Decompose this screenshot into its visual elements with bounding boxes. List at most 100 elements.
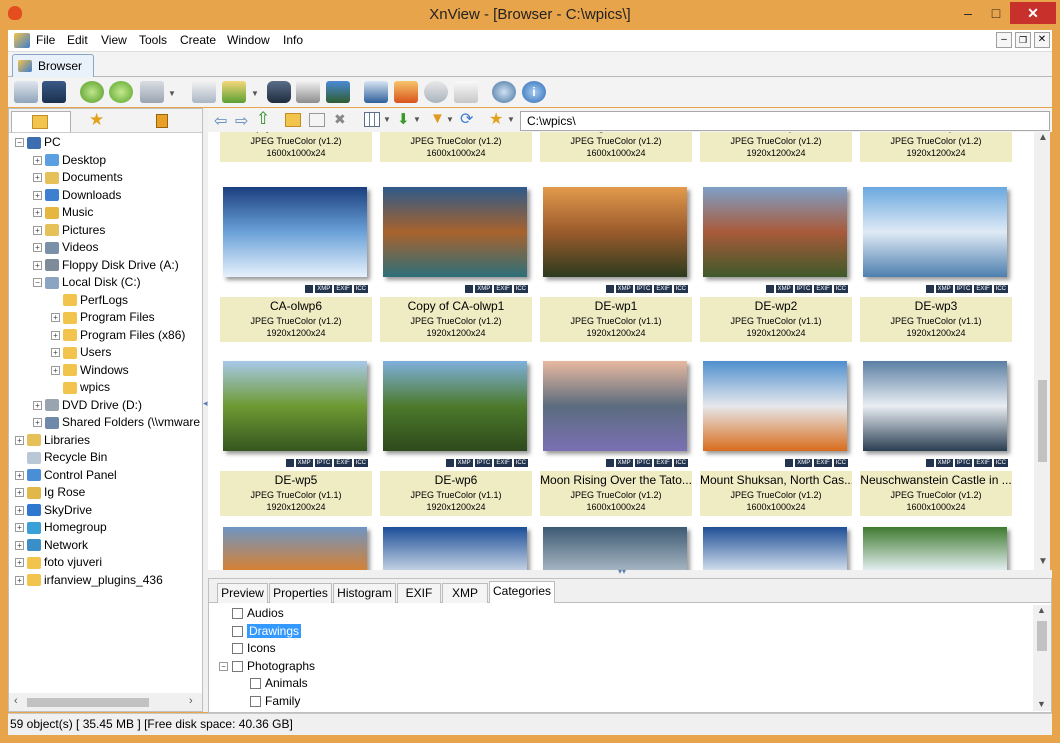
tree-item[interactable]: + Control Panel [15,467,201,485]
minimize-button[interactable]: – [956,2,980,24]
dropdown-arrow-icon[interactable]: ▼ [251,89,259,98]
menu-edit[interactable]: Edit [67,33,88,47]
tree-item[interactable]: + irfanview_plugins_436 [15,572,201,590]
expander-icon[interactable]: + [33,225,42,235]
tree-item[interactable]: + Ig Rose [15,484,201,502]
thumbnail-caption[interactable]: DE-wp3 JPEG TrueColor (v1.1) 1920x1200x24 [860,297,1012,342]
favorite-dropdown-icon[interactable]: ▼ [507,115,515,124]
tree-horizontal-scrollbar[interactable]: ‹ › [9,693,202,711]
view-mode-dropdown-icon[interactable]: ▼ [383,115,391,124]
category-checkbox[interactable] [250,695,261,707]
tree-item[interactable]: + Network [15,537,201,555]
refresh-icon[interactable] [109,81,133,103]
expander-icon[interactable]: + [33,155,42,165]
binoculars-icon[interactable] [267,81,291,103]
tree-item[interactable]: + Libraries [15,432,201,450]
scroll-left-icon[interactable]: ‹ [14,695,18,707]
tree-item[interactable]: + Desktop [15,152,201,170]
mdi-close-button[interactable]: ✕ [1034,32,1050,48]
tree-item[interactable]: + Music [15,204,201,222]
thumbnail-image[interactable] [863,187,1007,277]
category-checkbox[interactable] [232,625,243,637]
menu-view[interactable]: View [101,33,127,47]
back-arrow-icon[interactable]: ⇦ [214,111,227,131]
expander-icon[interactable]: + [33,400,42,410]
thumbnail-caption[interactable]: DE-wp5 JPEG TrueColor (v1.1) 1920x1200x24 [220,471,372,516]
view-mode-icon[interactable] [364,112,380,127]
tree-item[interactable]: Recycle Bin [15,449,201,467]
filter-icon[interactable]: ▼ [430,110,445,127]
scroll-thumb[interactable] [27,698,149,707]
thumbnail-caption[interactable]: Mount Shuksan, North Cas... JPEG TrueColo… [700,471,852,516]
export-icon[interactable] [326,81,350,103]
expander-icon[interactable]: + [15,435,24,445]
thumbnail-caption[interactable]: Neuschwanstein Castle in ... JPEG TrueCol… [860,471,1012,516]
scroll-thumb[interactable] [1038,380,1047,462]
expander-icon[interactable]: + [51,348,60,358]
thumbnail-caption[interactable]: Moon Rising Over the Tato... JPEG TrueCol… [540,471,692,516]
tab-histogram[interactable]: Histogram [333,583,396,603]
menu-tools[interactable]: Tools [139,33,167,47]
path-input[interactable]: C:\wpics\ [520,111,1050,131]
close-button[interactable]: ✕ [1010,2,1056,24]
web-page-icon[interactable] [424,81,448,103]
thumbnail-caption[interactable]: DE-wp1 JPEG TrueColor (v1.1) 1920x1200x24 [540,297,692,342]
tree-item[interactable]: + DVD Drive (D:) [15,397,201,415]
tree-item[interactable]: + Shared Folders (\\vmware [15,414,201,432]
thumbnail-caption[interactable]: CA-olwp2JPEG TrueColor (v1.2)1920x1200x2… [860,132,1012,162]
info-icon[interactable]: i [522,81,546,103]
menu-info[interactable]: Info [283,33,303,47]
rename-icon[interactable] [309,113,325,127]
thumbnail-image[interactable] [223,361,367,451]
copy-to-icon[interactable] [222,81,246,103]
expander-icon[interactable]: + [33,208,42,218]
category-checkbox[interactable] [232,608,243,620]
expander-icon[interactable]: + [15,575,24,585]
thumbnail-caption[interactable]: DE-wp6 JPEG TrueColor (v1.1) 1920x1200x24 [380,471,532,516]
slideshow-icon[interactable] [394,81,418,103]
category-item[interactable]: Icons [219,640,1019,658]
tree-item[interactable]: − Local Disk (C:) [15,274,201,292]
expander-icon[interactable]: + [51,313,60,323]
tree-item[interactable]: wpics [15,379,201,397]
thumbnail-image[interactable] [223,527,367,570]
panel-splitter[interactable]: ▾▾ [208,567,1052,578]
thumbnail-caption[interactable]: CA-olwp6 JPEG TrueColor (v1.2) 1920x1200x2… [220,297,372,342]
category-item[interactable]: Family [219,693,1019,711]
categories-scrollbar[interactable]: ▲ ▼ [1033,605,1051,711]
tree-item[interactable]: + Documents [15,169,201,187]
scroll-down-icon[interactable]: ▼ [1037,699,1046,709]
expander-icon[interactable]: + [15,558,24,568]
forward-arrow-icon[interactable]: ⇨ [235,111,248,131]
expander-icon[interactable]: + [15,470,24,480]
thumbnail-caption[interactable]: Copy of CA-olwp1 JPEG TrueColor (v1.2) 192… [380,297,532,342]
expander-icon[interactable]: + [51,330,60,340]
tree-item[interactable]: + SkyDrive [15,502,201,520]
open-folder-icon[interactable] [192,81,216,103]
expander-icon[interactable]: + [33,260,42,270]
categories-book-icon[interactable] [156,114,168,128]
scroll-up-icon[interactable]: ▲ [1037,605,1046,615]
expander-icon[interactable]: + [33,243,42,253]
favorite-add-icon[interactable]: ★ [489,109,503,129]
sort-dropdown-icon[interactable]: ▼ [413,115,421,124]
thumbnail-image[interactable] [383,527,527,570]
mdi-minimize-button[interactable]: – [996,32,1012,48]
tab-properties[interactable]: Properties [269,583,332,603]
expander-icon[interactable]: − [219,661,228,671]
scroll-right-icon[interactable]: › [189,695,193,707]
tab-exif[interactable]: EXIF [397,583,441,603]
expander-icon[interactable]: + [33,173,42,183]
tree-item[interactable]: + Program Files [15,309,201,327]
settings-gear-icon[interactable] [492,81,516,103]
scroll-down-icon[interactable]: ▼ [1038,556,1048,567]
sort-icon[interactable]: ⬇ [397,110,410,128]
batch-convert-icon[interactable] [140,81,164,103]
thumbnail-caption[interactable]: Bastei Bridge Over the Elbe R...JPEG Tru… [540,132,692,162]
tree-item[interactable]: + foto vjuveri [15,554,201,572]
tab-browser[interactable]: Browser [12,54,94,77]
expander-icon[interactable]: + [15,505,24,515]
thumbnail-caption[interactable]: Basket BuddiesJPEG TrueColor (v1.2)1600x… [380,132,532,162]
print-icon[interactable] [296,81,320,103]
sync-icon[interactable]: ⟳ [460,109,473,129]
